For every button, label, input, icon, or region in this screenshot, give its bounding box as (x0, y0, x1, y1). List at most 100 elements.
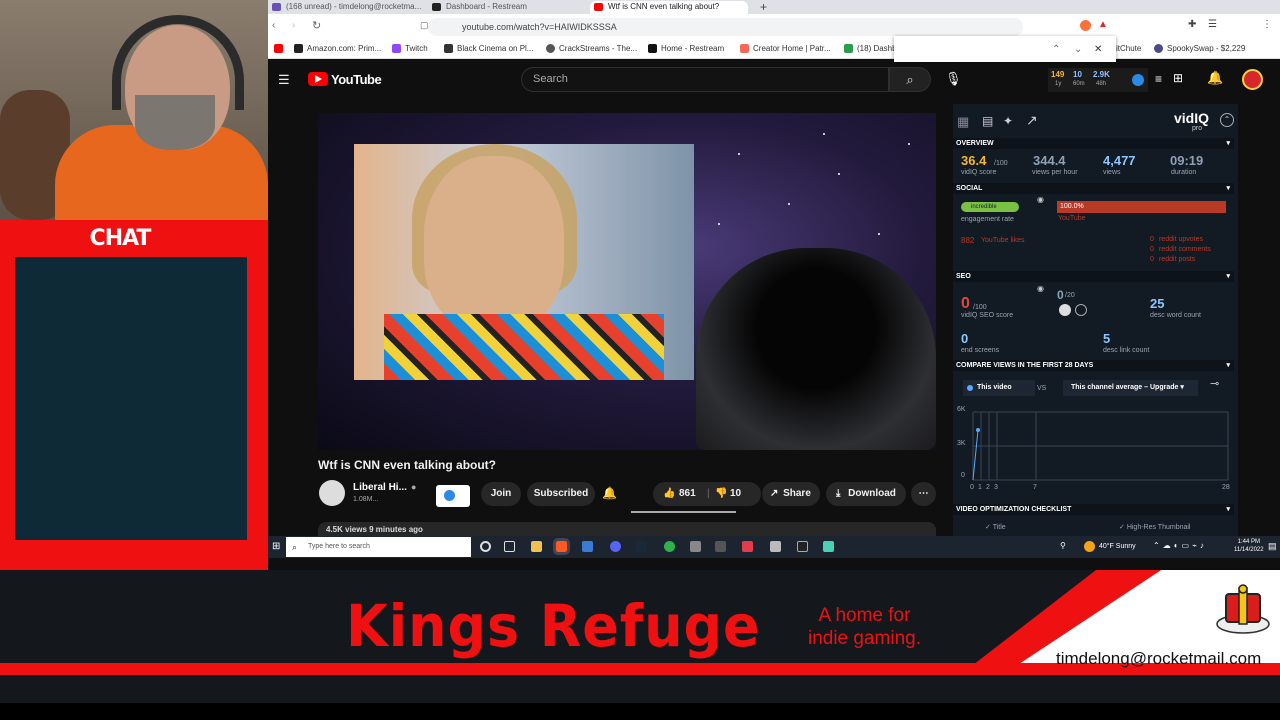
hamburger-menu-icon[interactable]: ☰ (278, 72, 290, 88)
people-icon[interactable]: ⚲ (1060, 541, 1066, 550)
bookmark-dashboard[interactable]: (18) Dashb (844, 44, 897, 53)
clock-time: 1:44 PM (1237, 539, 1260, 545)
channel-average-dropdown[interactable]: This channel average – Upgrade ▾ (1063, 380, 1198, 396)
app-icon[interactable] (690, 541, 701, 552)
app-icon[interactable] (715, 541, 726, 552)
y-tick-6k: 6K (957, 406, 966, 413)
weather-icon[interactable] (1084, 541, 1095, 552)
vidiq-channel-badge[interactable] (436, 485, 470, 507)
notification-center-icon[interactable]: ▤ (1268, 541, 1277, 552)
new-tab-button[interactable]: + (760, 0, 767, 14)
overview-heading[interactable]: OVERVIEW ▾ (953, 138, 1234, 149)
bookmark-crackstreams[interactable]: CrackStreams - The... (546, 44, 637, 53)
find-prev-icon[interactable]: ⌃ (1052, 44, 1060, 55)
back-icon[interactable]: ‹ (272, 20, 275, 31)
file-explorer-icon[interactable] (531, 541, 542, 552)
like-count[interactable]: 861 (679, 482, 696, 506)
xbox-icon[interactable] (664, 541, 675, 552)
restream-icon (432, 3, 441, 11)
bookmark-spookyswap[interactable]: SpookySwap - $2,229 (1154, 44, 1245, 53)
checklist-heading[interactable]: VIDEO OPTIMIZATION CHECKLIST ▾ (953, 504, 1234, 515)
bookmark-label: Creator Home | Patr... (753, 44, 831, 53)
create-icon[interactable]: ⊞ (1173, 71, 1183, 85)
share-button[interactable]: ↗ Share (762, 482, 820, 506)
brand-title: Kings Refuge (346, 592, 761, 660)
reddit-upvotes: 0 (1150, 236, 1154, 243)
bookmark-twitch[interactable]: Twitch (392, 44, 428, 53)
tab-mail[interactable]: (168 unread) - timdelong@rocketma... (268, 1, 426, 14)
find-next-icon[interactable]: ⌄ (1074, 44, 1082, 55)
dislike-count[interactable]: 10 (730, 482, 741, 506)
system-tray-icons[interactable]: ⌃☁◐▭⌁♪ (1153, 541, 1207, 550)
channel-name[interactable]: Liberal Hi... (353, 482, 407, 493)
vidiq-brand: vidIQ (1174, 110, 1210, 126)
vidiq-stats-widget[interactable]: 149 10 2.9K 1y 60m 48h (1048, 68, 1148, 92)
heading-text: COMPARE VIEWS IN THE FIRST 28 DAYS (956, 362, 1094, 369)
seo-heading[interactable]: SEO ▾ (953, 271, 1234, 282)
forward-icon[interactable]: › (292, 20, 295, 31)
trend-icon[interactable]: ↗ (1026, 112, 1038, 129)
extensions-icon[interactable]: ✚ (1188, 19, 1196, 30)
subscribed-button[interactable]: Subscribed (527, 482, 595, 506)
notifications-icon[interactable]: 🔔 (1207, 70, 1223, 86)
weather-text[interactable]: 40°F Sunny (1099, 543, 1136, 550)
find-close-icon[interactable]: ✕ (1094, 44, 1102, 55)
avatar[interactable] (1242, 69, 1263, 90)
brave-shield-icon[interactable] (1080, 20, 1091, 31)
obs-icon[interactable] (582, 541, 593, 552)
stats-icon[interactable]: ▤ (982, 114, 993, 128)
download-button[interactable]: ⤓ Download (826, 482, 906, 506)
more-icon[interactable]: ⋮ (1262, 19, 1272, 30)
likes-label: YouTube likes (981, 237, 1025, 244)
app-icon[interactable] (797, 541, 808, 552)
tag-max: /20 (1065, 292, 1075, 299)
clock-date: 11/14/2022 (1234, 547, 1264, 553)
join-button[interactable]: Join (481, 482, 521, 506)
bookmark-patreon[interactable]: Creator Home | Patr... (740, 44, 831, 53)
app-icon[interactable] (823, 541, 834, 552)
windows-start-icon[interactable]: ⊞ (272, 541, 280, 552)
app-icon[interactable] (742, 541, 753, 552)
bookmark-black-cinema[interactable]: Black Cinema on Pl... (444, 44, 533, 53)
rewards-icon[interactable]: ▲ (1098, 19, 1108, 30)
twitter-icon[interactable]: ✦ (1003, 114, 1013, 128)
vs-label: VS (1037, 385, 1047, 392)
microphone-icon[interactable]: 🎙 (945, 71, 962, 87)
youtube-logo-icon[interactable] (308, 72, 328, 86)
app-icon[interactable] (770, 541, 781, 552)
channel-avatar[interactable] (319, 480, 345, 506)
bookmark-label: Black Cinema on Pl... (457, 44, 534, 53)
bell-icon[interactable]: 🔔 (602, 486, 617, 500)
list-icon[interactable]: ≡ (1155, 72, 1162, 86)
compare-heading[interactable]: COMPARE VIEWS IN THE FIRST 28 DAYS ▾ (953, 360, 1234, 371)
url-field[interactable]: youtube.com/watch?v=HAIWIDKSSSA (428, 18, 1023, 36)
discord-icon[interactable] (610, 541, 621, 552)
bookmark-amazon[interactable]: Amazon.com: Prim... (294, 44, 381, 53)
search-input[interactable]: Search (521, 67, 889, 92)
menu-icon[interactable]: ☰ (1208, 19, 1217, 30)
thumbs-down-icon[interactable]: 👎 (715, 482, 727, 506)
toggle-icon[interactable]: ⊸ (1210, 377, 1219, 390)
bookmark-bitchute[interactable]: itChute (1116, 44, 1141, 53)
steam-icon[interactable] (636, 541, 647, 552)
find-input[interactable] (898, 41, 1038, 61)
clock[interactable]: 1:44 PM 11/14/2022 (1234, 538, 1264, 554)
tab-restream[interactable]: Dashboard - Restream (428, 1, 588, 14)
grid-icon[interactable]: ▦ (957, 114, 969, 130)
search-button[interactable]: ⌕ (889, 67, 931, 92)
social-heading[interactable]: SOCIAL ▾ (953, 183, 1234, 194)
collapse-icon[interactable]: ⌃ (1220, 113, 1234, 127)
brave-browser-icon[interactable] (553, 538, 570, 555)
thumbs-up-icon[interactable]: 👍 (663, 482, 675, 506)
reload-icon[interactable]: ↻ (312, 19, 321, 32)
video-player[interactable] (318, 113, 936, 450)
bookmark-restream[interactable]: Home - Restream (648, 44, 724, 53)
task-view-icon[interactable] (504, 541, 515, 552)
taskbar-search-input[interactable]: ⌕ Type here to search (286, 537, 471, 557)
cortana-icon[interactable] (480, 541, 491, 552)
tab-youtube-active[interactable]: Wtf is CNN even talking about? (590, 1, 748, 14)
this-video-toggle[interactable]: This video (963, 380, 1035, 396)
views-chart (972, 411, 1229, 481)
more-actions-button[interactable]: ⋯ (911, 482, 936, 506)
youtube-logo-text[interactable]: YouTube (331, 72, 382, 87)
